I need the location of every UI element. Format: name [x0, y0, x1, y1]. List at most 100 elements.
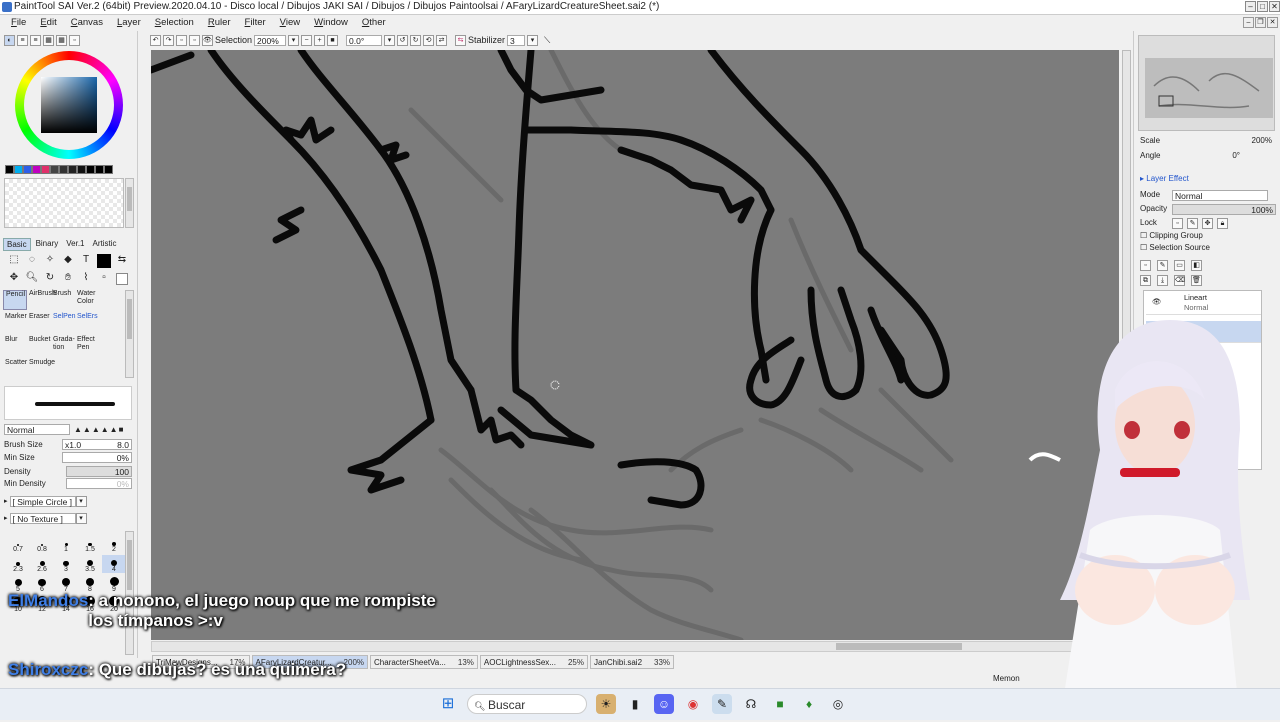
- chrome-icon[interactable]: ◉: [683, 694, 703, 714]
- swatch-near-black[interactable]: [77, 165, 86, 174]
- swatch-magenta[interactable]: [32, 165, 41, 174]
- layer-effect-header[interactable]: ▸ Layer Effect: [1140, 174, 1189, 184]
- clipping-row[interactable]: ☐ Clipping Group: [1140, 231, 1203, 241]
- menu-file[interactable]: File: [4, 15, 33, 30]
- swatch-black-3[interactable]: [95, 165, 104, 174]
- brush-watercolor[interactable]: Water Color: [75, 290, 99, 310]
- flip-horizontal-icon[interactable]: ⇄: [436, 34, 448, 46]
- density-slider[interactable]: 100: [66, 466, 132, 477]
- zoom-in-icon[interactable]: +: [314, 34, 326, 46]
- brush-empty[interactable]: [99, 290, 123, 310]
- menu-edit[interactable]: Edit: [33, 15, 63, 30]
- widgets-icon[interactable]: ☀: [596, 694, 616, 714]
- blend-mode-select[interactable]: Normal: [4, 424, 70, 435]
- rotate-reset-icon[interactable]: ⟲: [423, 34, 435, 46]
- lasso-icon[interactable]: ◌: [23, 254, 41, 268]
- color-grid-icon[interactable]: ▦: [56, 34, 67, 46]
- windows-start-icon[interactable]: ⊞: [438, 694, 458, 714]
- doc-close-icon[interactable]: ✕: [1267, 17, 1278, 28]
- brush-size-preset[interactable]: 0.8: [30, 535, 54, 553]
- redo-icon[interactable]: ↷: [163, 34, 174, 46]
- swatch-cyan[interactable]: [14, 165, 23, 174]
- brush-size-preset[interactable]: 3: [54, 555, 78, 573]
- brush-gradation[interactable]: Grada-tion: [51, 336, 75, 356]
- brush-scatter[interactable]: Scatter: [3, 359, 27, 379]
- taskbar-search[interactable]: 🔍︎ Buscar: [467, 694, 587, 714]
- menu-other[interactable]: Other: [355, 15, 393, 30]
- tab-binary[interactable]: Binary: [33, 238, 62, 251]
- text-tool-icon[interactable]: T: [77, 254, 95, 268]
- brush-bucket[interactable]: Bucket: [27, 336, 51, 356]
- menu-ruler[interactable]: Ruler: [201, 15, 238, 30]
- color-wheel[interactable]: [15, 51, 123, 159]
- zoom-reset-icon[interactable]: ■: [327, 34, 339, 46]
- lock-all-icon[interactable]: 🔒︎: [1217, 218, 1228, 229]
- zoom-icon[interactable]: 🔍︎: [23, 272, 41, 286]
- min-density-slider[interactable]: 0%: [66, 478, 132, 489]
- hand-icon[interactable]: ✋︎: [59, 272, 77, 286]
- brush-size-slider[interactable]: x1.0 8.0: [62, 439, 132, 450]
- brush-size-preset[interactable]: 1.5: [78, 535, 102, 553]
- brush-empty[interactable]: [99, 313, 123, 333]
- angle-dropdown-icon[interactable]: ▾: [384, 34, 396, 46]
- tab-artistic[interactable]: Artistic: [90, 238, 120, 251]
- move-icon[interactable]: ✥: [5, 272, 23, 286]
- menu-canvas[interactable]: Canvas: [64, 15, 110, 30]
- scale-value[interactable]: 200%: [1252, 136, 1272, 146]
- menu-selection[interactable]: Selection: [148, 15, 201, 30]
- transparent-color-icon[interactable]: ▫: [95, 272, 113, 286]
- zoom-out-icon[interactable]: −: [301, 34, 313, 46]
- angle-field[interactable]: 0.0°: [346, 34, 383, 46]
- brush-size-preset[interactable]: 1: [54, 535, 78, 553]
- menu-view[interactable]: View: [273, 15, 307, 30]
- eyedropper-icon[interactable]: ⌇: [77, 272, 95, 286]
- selection-source-row[interactable]: ☐ Selection Source: [1140, 243, 1210, 253]
- rgb-slider-icon[interactable]: ≡: [17, 34, 28, 46]
- scratchpad-icon[interactable]: ▫: [69, 34, 80, 46]
- lock-paint-icon[interactable]: ✎: [1187, 218, 1198, 229]
- swatches-icon[interactable]: ▦: [43, 34, 54, 46]
- navigator-preview[interactable]: [1138, 35, 1275, 131]
- painttool-sai-icon[interactable]: ✎: [712, 694, 732, 714]
- invert-selection-icon[interactable]: ▫: [189, 34, 200, 46]
- swatch-charcoal[interactable]: [68, 165, 77, 174]
- copy-layer-icon[interactable]: ⧉: [1140, 275, 1151, 286]
- swatch-black-2[interactable]: [86, 165, 95, 174]
- brush-smudge[interactable]: Smudge: [27, 359, 55, 379]
- opacity-slider[interactable]: 100%: [1172, 204, 1276, 215]
- selection-visibility-icon[interactable]: 👁︎: [202, 34, 213, 46]
- stabilizer-dropdown-icon[interactable]: ▾: [527, 34, 539, 46]
- maximize-icon[interactable]: □: [1257, 1, 1268, 12]
- rotate-left-icon[interactable]: ↺: [397, 34, 409, 46]
- brush-shape-select[interactable]: [ Simple Circle ]: [9, 496, 76, 507]
- menu-filter[interactable]: Filter: [238, 15, 273, 30]
- swatch-black[interactable]: [5, 165, 14, 174]
- brush-size-preset[interactable]: 2.3: [6, 555, 30, 573]
- brush-selpen[interactable]: SelPen: [51, 313, 76, 333]
- mask-icon[interactable]: ◧: [1191, 260, 1202, 271]
- zoom-field[interactable]: 200%: [254, 34, 287, 46]
- stabilizer-field[interactable]: 3: [507, 34, 526, 46]
- brush-size-preset[interactable]: 2.6: [30, 555, 54, 573]
- doc-restore-icon[interactable]: ❐: [1255, 17, 1266, 28]
- game-icon[interactable]: ♦: [799, 694, 819, 714]
- brush-eraser[interactable]: Eraser: [27, 313, 51, 333]
- discord-icon[interactable]: ☺: [654, 694, 674, 714]
- secondary-color-icon[interactable]: [116, 273, 128, 285]
- doc-minimize-icon[interactable]: –: [1243, 17, 1254, 28]
- swatch-black-4[interactable]: [104, 165, 113, 174]
- close-icon[interactable]: ✕: [1269, 1, 1280, 12]
- menu-layer[interactable]: Layer: [110, 15, 148, 30]
- swatch-pink[interactable]: [41, 165, 50, 174]
- saturation-value-square[interactable]: [41, 77, 97, 133]
- minimize-icon[interactable]: –: [1245, 1, 1256, 12]
- primary-color-icon[interactable]: [97, 254, 111, 268]
- canvas-horizontal-scrollbar[interactable]: [151, 641, 1119, 652]
- undo-icon[interactable]: ↶: [150, 34, 161, 46]
- scratchpad-scrollbar[interactable]: [125, 178, 134, 228]
- expand-arrow-icon[interactable]: ▸: [4, 496, 8, 507]
- swatch-dark-gray[interactable]: [59, 165, 68, 174]
- angle-value[interactable]: 0°: [1232, 151, 1240, 161]
- drawing-canvas[interactable]: [151, 50, 1119, 640]
- expand-arrow-icon[interactable]: ▸: [4, 513, 8, 524]
